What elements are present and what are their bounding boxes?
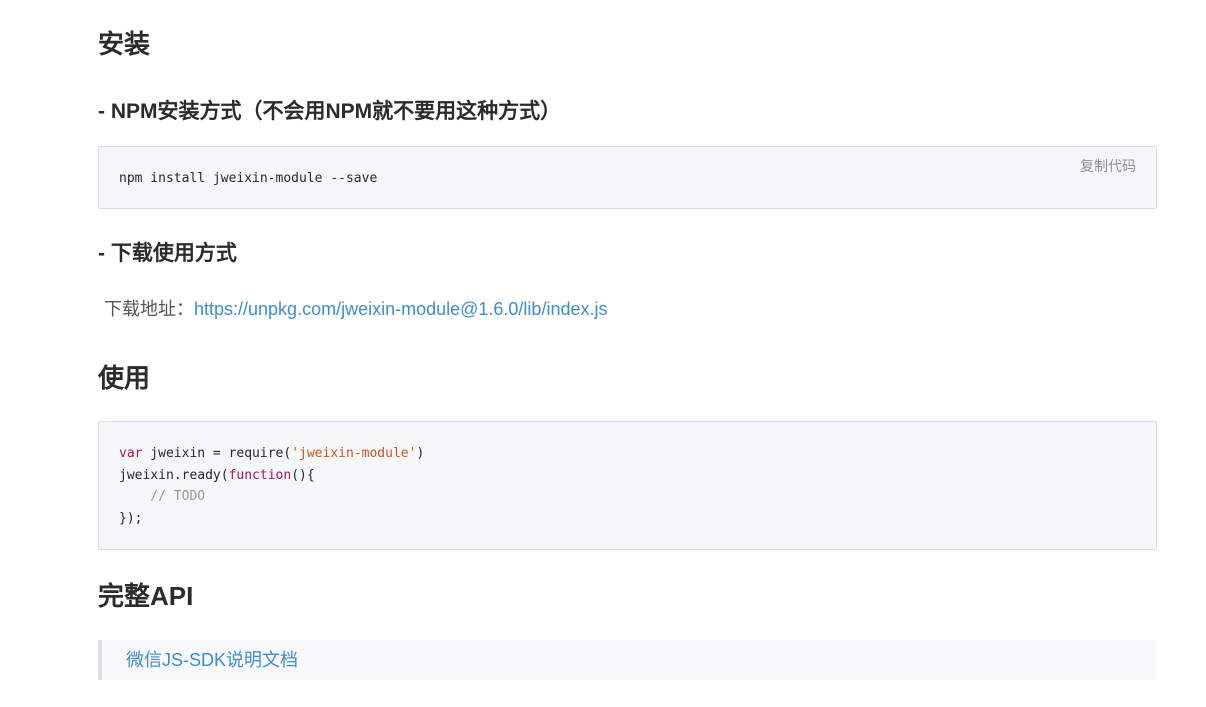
api-doc-blockquote: 微信JS-SDK说明文档 [98,640,1157,680]
download-label: 下载地址： [104,299,194,319]
code-paren-close: ) [416,446,425,461]
code-comment-todo: // TODO [119,489,206,504]
npm-code-block: 复制代码 npm install jweixin-module --save [98,146,1157,209]
api-doc-link[interactable]: 微信JS-SDK说明文档 [126,650,298,670]
install-heading: 安装 [98,29,151,59]
copy-code-button[interactable]: 复制代码 [1080,156,1136,176]
usage-code: var jweixin = require('jweixin-module') … [119,443,424,529]
usage-heading: 使用 [98,363,151,393]
code-string-module: 'jweixin-module' [291,446,417,461]
code-keyword-var: var [119,446,143,461]
npm-install-heading: - NPM安装方式（不会用NPM就不要用这种方式） [98,100,562,123]
code-require: jweixin = require( [142,446,292,461]
code-ready: jweixin.ready( [119,467,229,483]
npm-command: npm install jweixin-module --save [119,171,378,186]
download-heading: - 下载使用方式 [98,242,237,265]
code-keyword-function: function [228,467,292,483]
code-brace-open: (){ [291,467,315,483]
download-link[interactable]: https://unpkg.com/jweixin-module@1.6.0/l… [194,299,607,319]
code-closing: }); [119,510,143,526]
api-heading: 完整API [98,581,194,611]
download-paragraph: 下载地址：https://unpkg.com/jweixin-module@1.… [104,296,607,322]
usage-code-block: var jweixin = require('jweixin-module') … [98,421,1157,550]
npm-code: npm install jweixin-module --save [119,168,377,190]
